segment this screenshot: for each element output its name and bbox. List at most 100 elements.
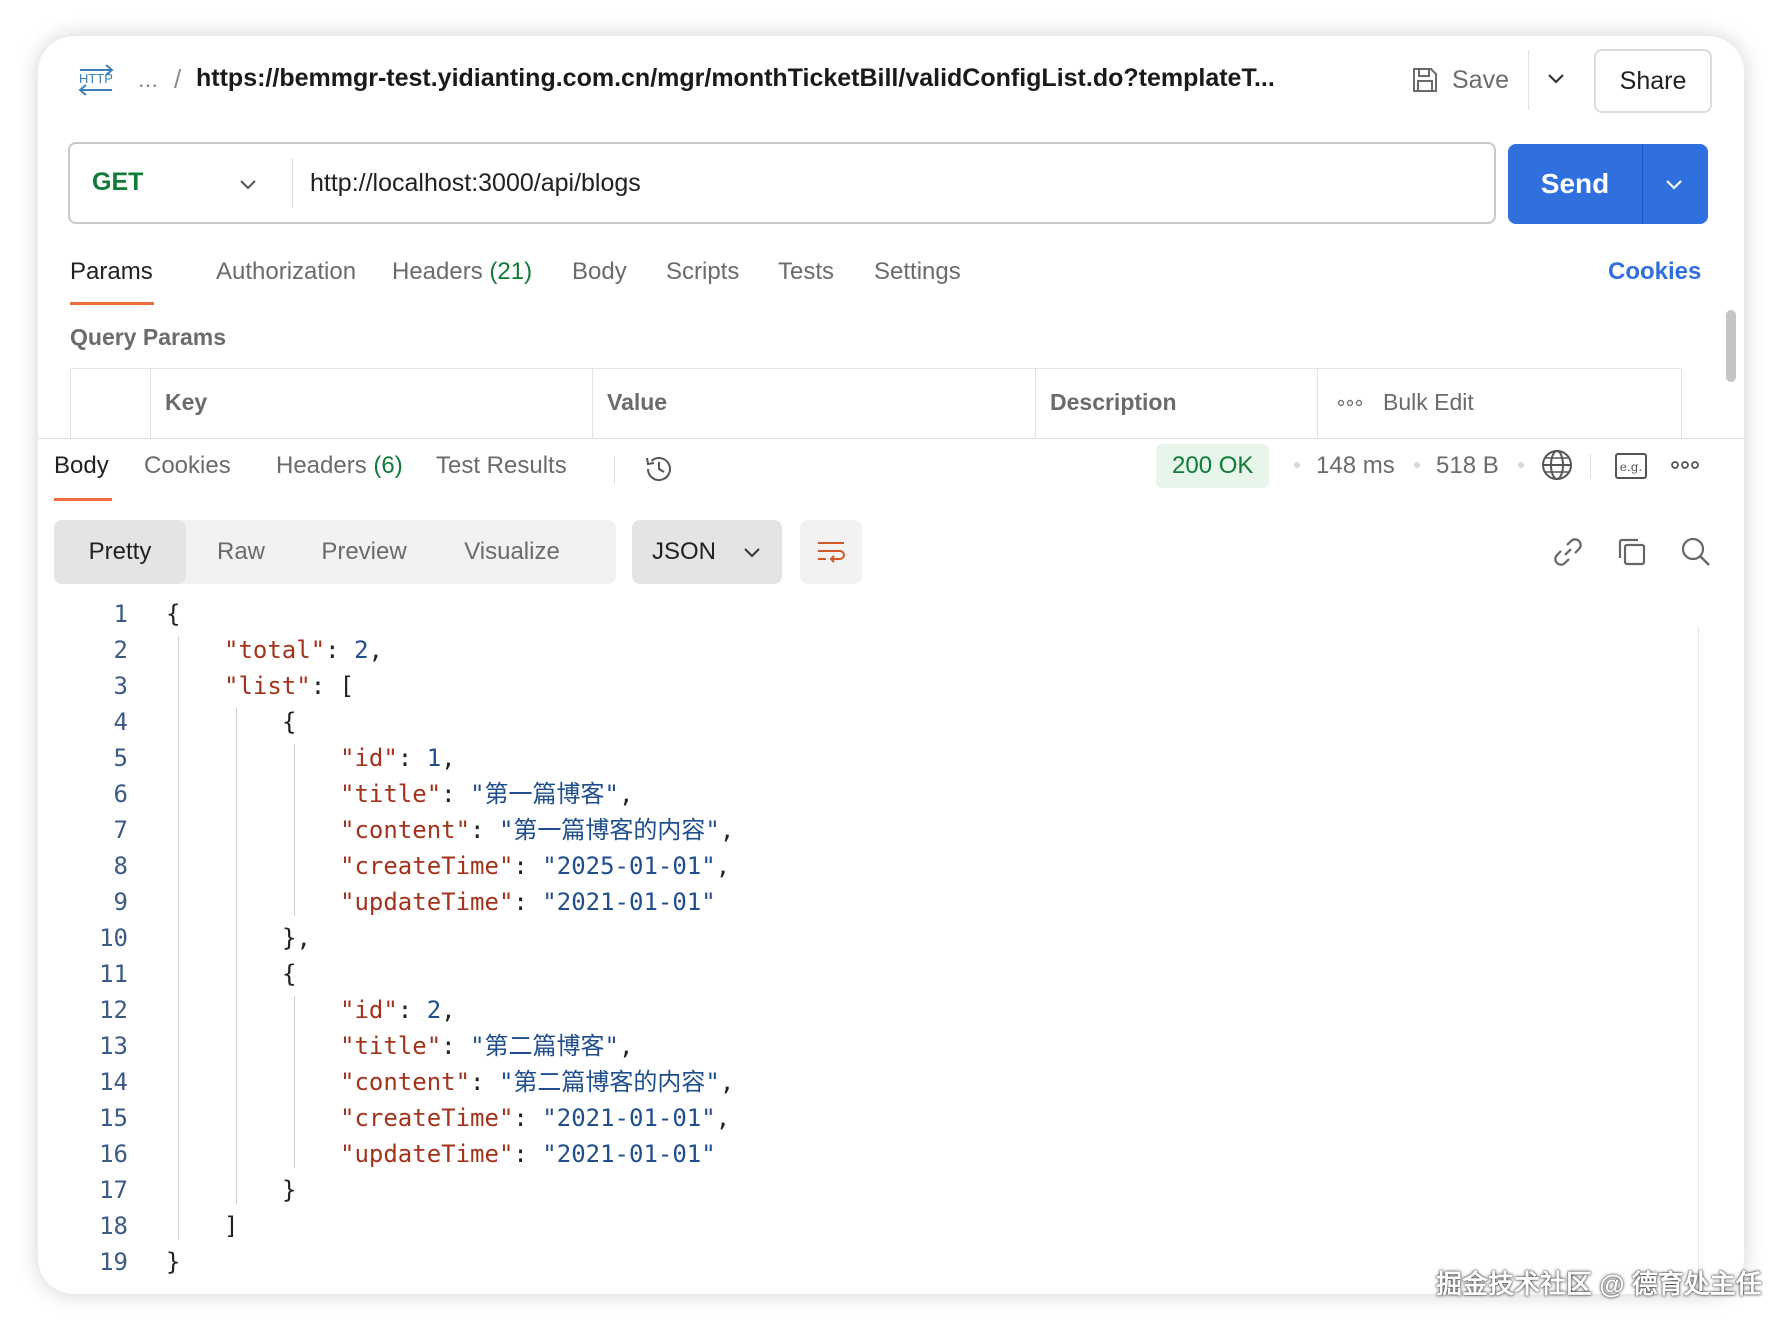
url-input[interactable] [310, 156, 1470, 210]
view-mode-selector: Pretty Raw Preview Visualize [54, 520, 616, 584]
breadcrumb-ellipsis[interactable]: ... [138, 66, 158, 94]
copy-icon[interactable] [1614, 534, 1650, 570]
code-text: "updateTime": "2021-01-01" [340, 1136, 716, 1172]
tab-authorization[interactable]: Authorization [216, 258, 356, 286]
tab-scripts[interactable]: Scripts [666, 258, 739, 286]
line-number: 11 [99, 960, 128, 988]
tab-response-body[interactable]: Body [54, 452, 109, 480]
indent-guide [294, 744, 295, 916]
code-line: 16 "updateTime": "2021-01-01" [38, 1136, 1688, 1172]
code-line: 18] [38, 1208, 1688, 1244]
code-line: 14 "content": "第二篇博客的内容", [38, 1064, 1688, 1100]
wrap-lines-icon [818, 542, 845, 563]
code-line: 15 "createTime": "2021-01-01", [38, 1100, 1688, 1136]
code-line: 9 "updateTime": "2021-01-01" [38, 884, 1688, 920]
pane-divider[interactable] [38, 438, 1744, 439]
view-preview[interactable]: Preview [296, 520, 432, 584]
tab-headers-label: Headers [392, 258, 483, 285]
line-number: 1 [113, 600, 128, 628]
line-number: 9 [113, 888, 128, 916]
format-label: JSON [652, 538, 717, 565]
method-select[interactable]: GET [92, 168, 143, 197]
format-select[interactable]: JSON [632, 520, 782, 584]
eg-icon[interactable]: e.g. [1614, 452, 1648, 480]
code-text: "createTime": "2025-01-01", [340, 848, 730, 884]
json-key: "createTime" [340, 1104, 514, 1132]
tab-test-results[interactable]: Test Results [436, 452, 567, 480]
svg-text:e.g.: e.g. [1620, 460, 1642, 474]
request-title[interactable]: https://bemmgr-test.yidianting.com.cn/mg… [196, 64, 1296, 93]
history-icon[interactable] [642, 452, 676, 486]
code-text: } [282, 1172, 296, 1208]
response-body-editor[interactable]: 1{2 "total": 2, 3 "list": [4{5 "id": 1, 6 "tit… [38, 596, 1688, 1294]
save-button[interactable]: Save [1410, 58, 1509, 102]
tab-body[interactable]: Body [572, 258, 627, 286]
line-number: 3 [113, 672, 128, 700]
json-number: 2 [426, 996, 442, 1024]
meta-separator [1294, 462, 1300, 468]
tab-settings[interactable]: Settings [874, 258, 961, 286]
scrollbar[interactable] [1726, 310, 1736, 382]
editor-scroll-track [1698, 626, 1699, 1294]
params-table: Key Value Description Bulk Edit [70, 368, 1682, 439]
line-number: 4 [113, 708, 128, 736]
code-line: 4{ [38, 704, 1688, 740]
json-punct: }, [282, 924, 311, 952]
wrap-lines-button[interactable] [800, 520, 862, 584]
code-text: } [166, 1244, 180, 1280]
tab-response-headers-label: Headers [276, 452, 367, 479]
json-punct: : [441, 1032, 471, 1060]
json-string: "2021-01-01" [542, 1104, 716, 1132]
line-number: 12 [99, 996, 128, 1024]
line-number: 10 [99, 924, 128, 952]
code-text: "id": 2, [340, 992, 456, 1028]
code-line: 7 "content": "第一篇博客的内容", [38, 812, 1688, 848]
app-window: HTTP ... / https://bemmgr-test.yidiantin… [38, 36, 1744, 1294]
code-text: { [166, 596, 180, 632]
tab-response-cookies[interactable]: Cookies [144, 452, 231, 480]
json-punct: } [166, 1248, 181, 1276]
code-text: "content": "第一篇博客的内容", [340, 812, 734, 848]
indent-guide [178, 636, 179, 1240]
code-text: { [282, 704, 296, 740]
chevron-down-icon[interactable] [236, 172, 260, 196]
cookies-link[interactable]: Cookies [1608, 258, 1701, 286]
tab-params[interactable]: Params [70, 258, 153, 286]
more-icon[interactable] [1670, 458, 1700, 472]
json-punct: : [470, 816, 499, 844]
json-string: "第一篇博客的内容" [498, 816, 720, 844]
chevron-down-icon[interactable] [1662, 172, 1686, 196]
breadcrumb-separator: / [174, 64, 182, 94]
send-divider [1642, 144, 1643, 224]
bulk-edit-button[interactable]: Bulk Edit [1383, 389, 1474, 416]
code-text: "list": [ [224, 668, 354, 704]
json-key: "id" [340, 744, 398, 772]
response-size[interactable]: 518 B [1436, 452, 1499, 480]
line-number: 2 [113, 636, 128, 664]
share-button[interactable]: Share [1594, 49, 1712, 113]
checkbox-column [71, 369, 151, 439]
watermark: 掘金技术社区 @ 德育处主任 [1436, 1269, 1762, 1299]
link-icon[interactable] [1550, 534, 1586, 570]
code-line: 17} [38, 1172, 1688, 1208]
json-punct: , [715, 1104, 731, 1132]
response-time[interactable]: 148 ms [1316, 452, 1395, 480]
json-number: 1 [426, 744, 442, 772]
view-visualize[interactable]: Visualize [432, 520, 592, 584]
tab-response-headers[interactable]: Headers (6) [276, 452, 403, 480]
globe-icon[interactable] [1540, 448, 1574, 482]
json-punct: } [282, 1176, 297, 1204]
chevron-down-icon[interactable] [1544, 66, 1568, 90]
send-button[interactable]: Send [1508, 144, 1708, 224]
code-line: 10}, [38, 920, 1688, 956]
search-icon[interactable] [1678, 534, 1714, 570]
tab-tests[interactable]: Tests [778, 258, 834, 286]
more-icon[interactable] [1337, 397, 1363, 409]
code-line: 11 { [38, 956, 1688, 992]
status-badge[interactable]: 200 OK [1156, 444, 1270, 488]
view-pretty[interactable]: Pretty [54, 520, 186, 584]
json-punct: : [ [310, 672, 355, 700]
json-punct: : [397, 744, 427, 772]
view-raw[interactable]: Raw [186, 520, 296, 584]
tab-headers[interactable]: Headers (21) [392, 258, 532, 286]
